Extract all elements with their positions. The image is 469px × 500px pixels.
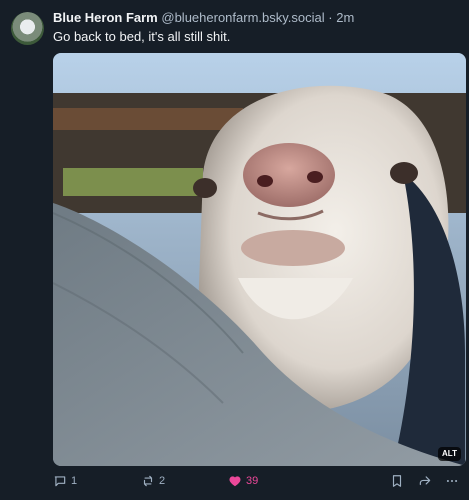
post-image[interactable]: ALT <box>53 53 466 466</box>
like-button[interactable]: 39 <box>228 474 258 488</box>
separator: · <box>328 10 333 25</box>
bookmark-button[interactable] <box>390 474 404 488</box>
repost-icon <box>143 475 153 487</box>
reply-icon <box>54 476 66 487</box>
reply-count: 1 <box>71 475 78 487</box>
reply-button[interactable]: 1 <box>53 474 77 488</box>
bookmark-icon <box>392 475 402 487</box>
feed-post[interactable]: Blue Heron Farm @blueheronfarm.bsky.soci… <box>0 0 469 500</box>
author-handle[interactable]: @blueheronfarm.bsky.social <box>161 10 324 25</box>
post-actions: 1 2 39 <box>53 474 463 492</box>
repost-button[interactable]: 2 <box>141 474 165 488</box>
more-options-button[interactable] <box>445 474 459 488</box>
share-button[interactable] <box>418 474 432 488</box>
post-text: Go back to bed, it's all still shit. <box>53 29 231 44</box>
avatar[interactable] <box>11 12 44 45</box>
share-icon <box>419 476 431 486</box>
alt-badge[interactable]: ALT <box>438 447 461 461</box>
like-heart-icon <box>229 476 241 487</box>
post-time[interactable]: 2m <box>336 10 354 25</box>
post-header: Blue Heron Farm @blueheronfarm.bsky.soci… <box>53 10 461 28</box>
like-count: 39 <box>246 475 259 487</box>
more-icon <box>446 479 458 483</box>
repost-count: 2 <box>159 475 166 487</box>
author-name[interactable]: Blue Heron Farm <box>53 10 158 25</box>
